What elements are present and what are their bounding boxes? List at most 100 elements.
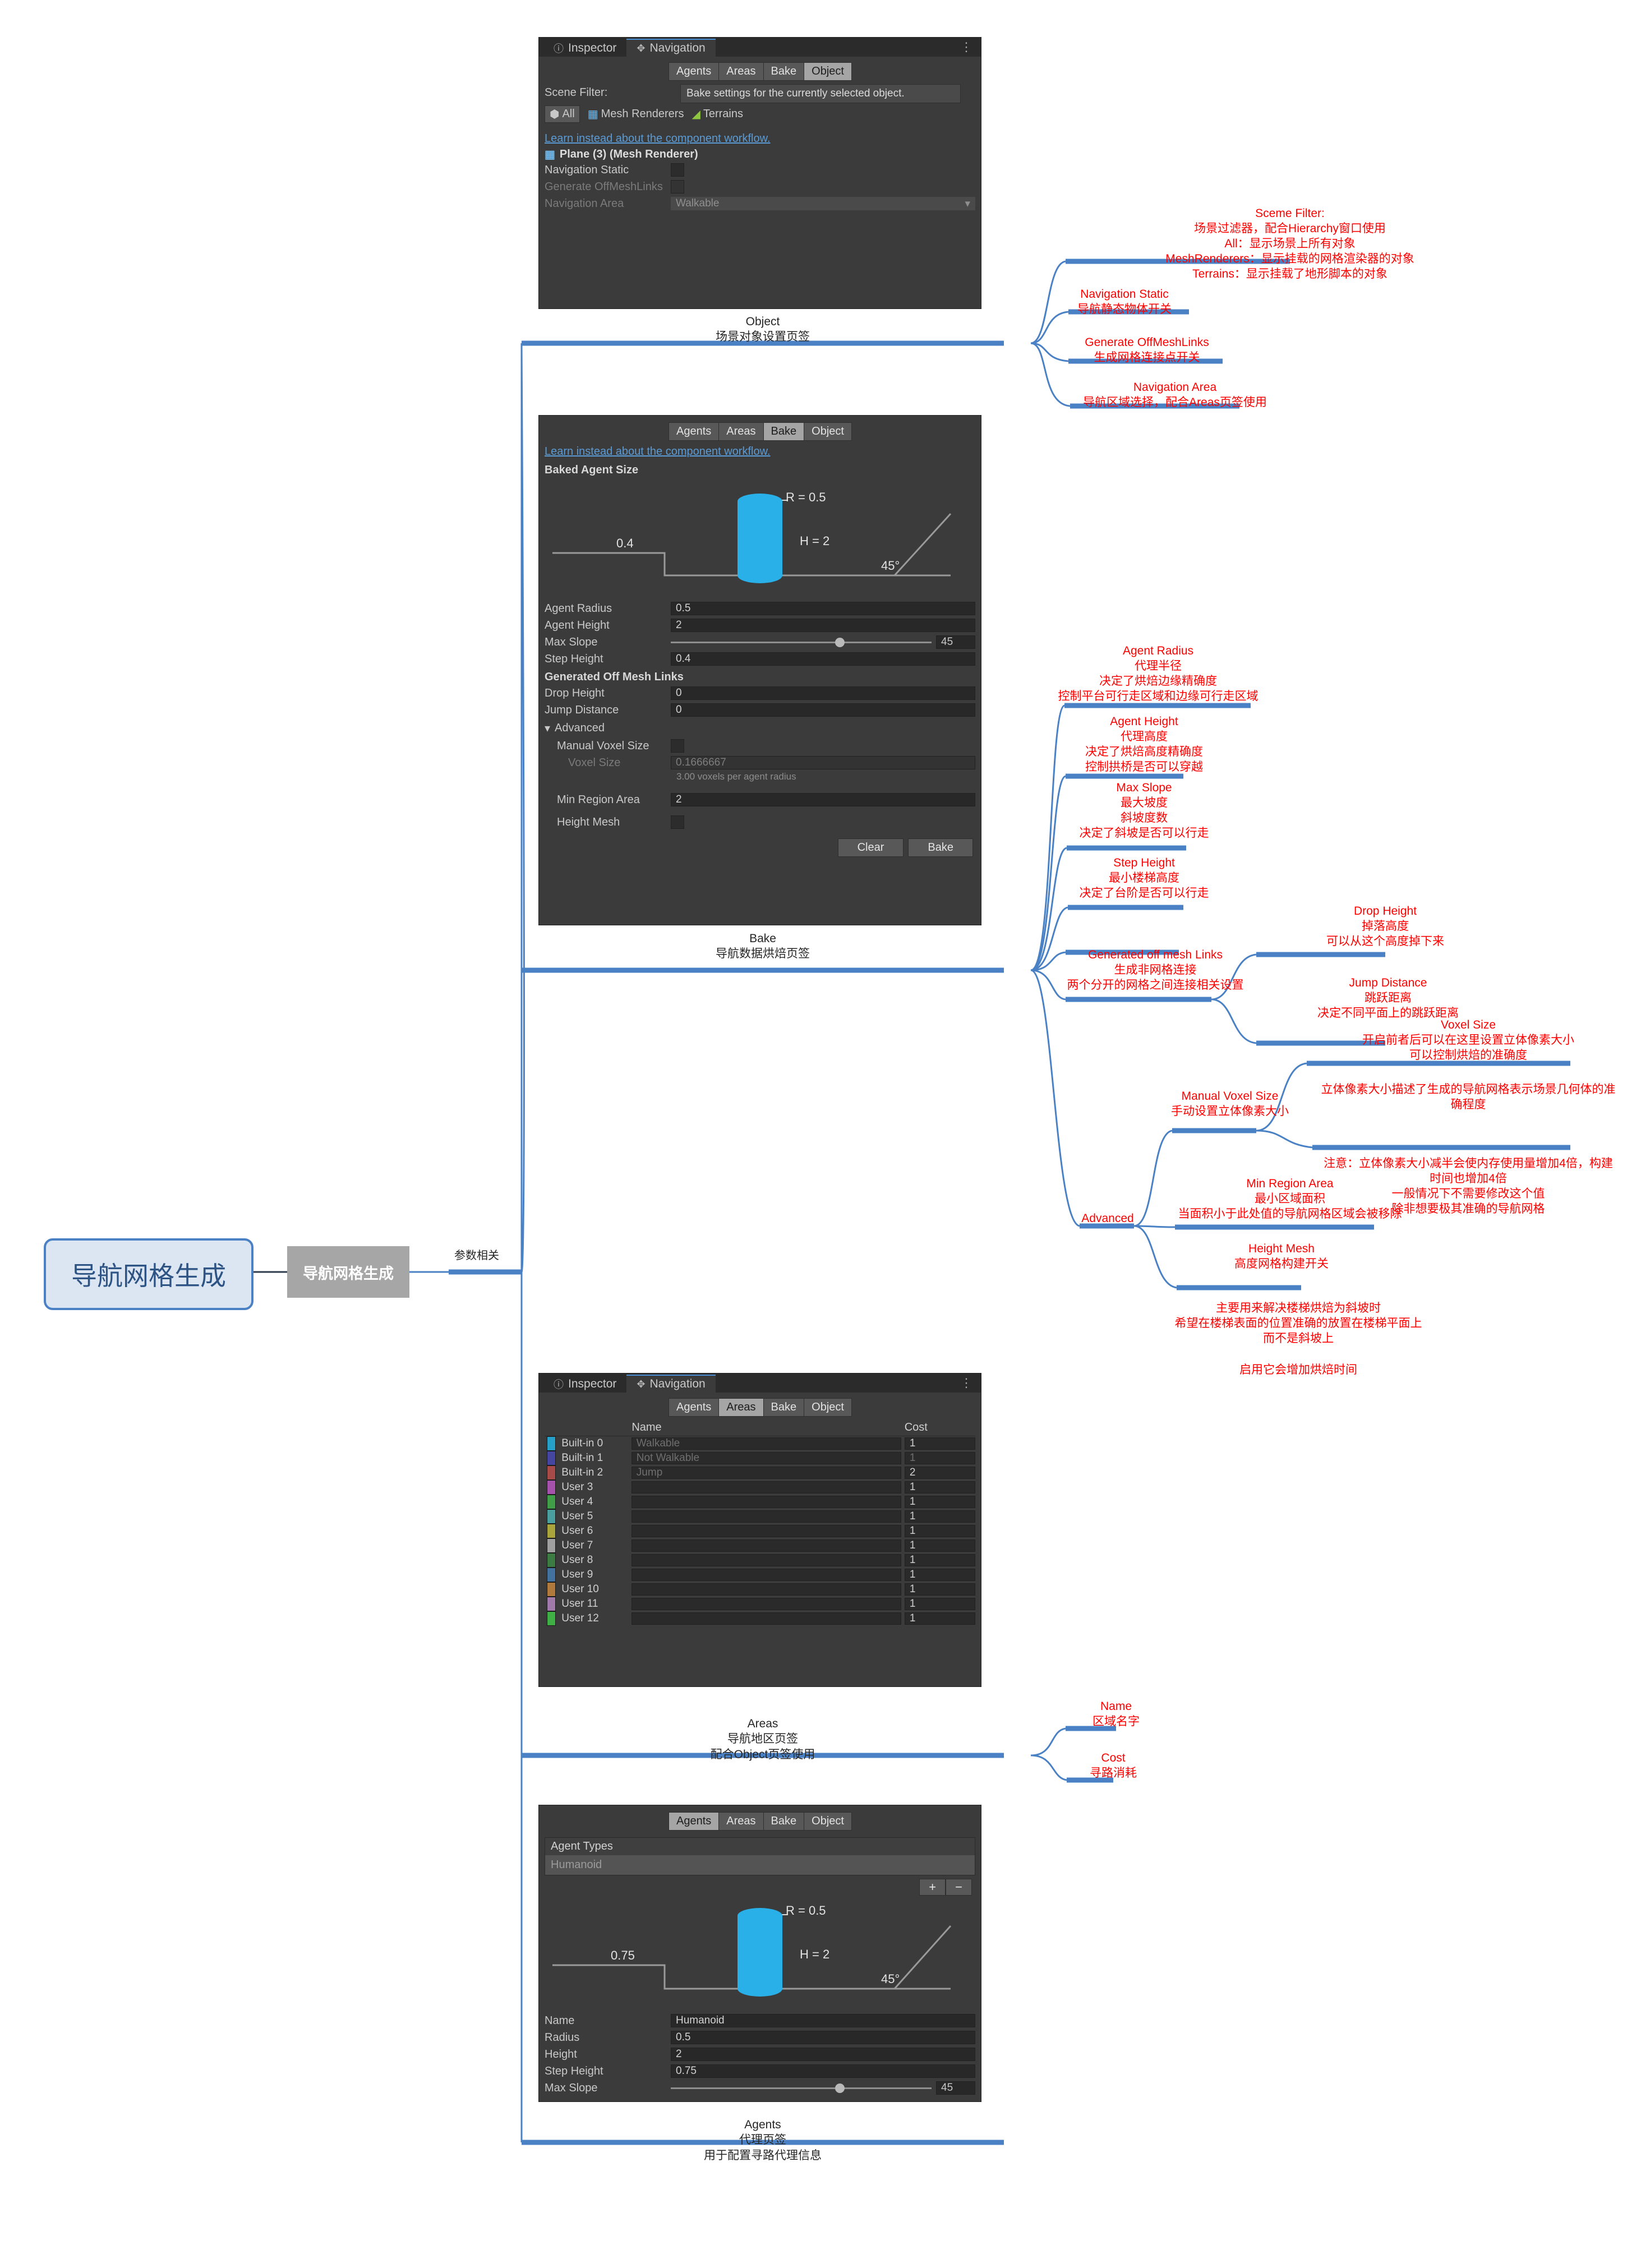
area-color-swatch[interactable] (547, 1480, 556, 1495)
overflow-menu-icon[interactable]: ⋮ (960, 40, 981, 57)
drop-height-input[interactable]: 0 (671, 686, 975, 700)
segment-areas[interactable]: Areas (718, 1812, 764, 1831)
area-color-swatch[interactable] (547, 1465, 556, 1480)
slider-knob[interactable] (835, 637, 845, 647)
root-node[interactable]: 导航网格生成 (44, 1238, 253, 1310)
row-height-mesh[interactable]: Height Mesh (539, 814, 981, 831)
area-name-input[interactable] (631, 1583, 901, 1596)
area-name-input[interactable] (631, 1598, 901, 1610)
area-cost-input[interactable]: 1 (904, 1481, 975, 1493)
row-agent-height[interactable]: Agent Height 2 (539, 617, 981, 634)
row-agent-radius[interactable]: Agent Radius 0.5 (539, 600, 981, 617)
row-min-region-area[interactable]: Min Region Area 2 (539, 791, 981, 808)
area-color-swatch[interactable] (547, 1509, 556, 1524)
agent-radius-input[interactable]: 0.5 (671, 2031, 975, 2044)
area-name-input[interactable] (631, 1510, 901, 1523)
segment-bake[interactable]: Bake (763, 1812, 805, 1831)
segment-object[interactable]: Object (804, 62, 852, 81)
slider-track[interactable] (671, 637, 932, 647)
area-color-swatch[interactable] (547, 1451, 556, 1465)
area-cost-input[interactable]: 1 (904, 1612, 975, 1625)
row-navigation-area[interactable]: Navigation Area Walkable ▾ (539, 195, 981, 212)
learn-component-workflow-link[interactable]: Learn instead about the component workfl… (539, 130, 981, 147)
row-manual-voxel-size[interactable]: Manual Voxel Size (539, 737, 981, 754)
window-tab-inspector[interactable]: ⓘ Inspector (543, 1376, 626, 1393)
area-color-swatch[interactable] (547, 1611, 556, 1626)
overflow-menu-icon[interactable]: ⋮ (960, 1376, 981, 1393)
remove-agent-type-button[interactable]: − (946, 1879, 972, 1896)
area-cost-input[interactable]: 1 (904, 1525, 975, 1537)
window-tab-navigation[interactable]: ✥ Navigation (626, 1375, 716, 1393)
window-tab-inspector[interactable]: ⓘ Inspector (543, 40, 626, 57)
segment-bake[interactable]: Bake (763, 62, 805, 81)
generate-offmeshlinks-checkbox[interactable] (671, 180, 684, 193)
segment-object[interactable]: Object (804, 1812, 852, 1831)
table-row[interactable]: Built-in 1 Not Walkable 1 (545, 1451, 975, 1465)
filter-all-button[interactable]: ⬢ All (545, 105, 580, 123)
jump-distance-input[interactable]: 0 (671, 703, 975, 717)
bake-button[interactable]: Bake (908, 838, 973, 857)
min-region-area-input[interactable]: 2 (671, 793, 975, 806)
area-color-swatch[interactable] (547, 1568, 556, 1582)
navigation-window-areas[interactable]: ⓘ Inspector ✥ Navigation ⋮ Agents Areas … (538, 1373, 981, 1687)
navigation-area-dropdown[interactable]: Walkable ▾ (671, 197, 975, 210)
area-cost-input[interactable]: 1 (904, 1452, 975, 1464)
area-cost-input[interactable]: 1 (904, 1437, 975, 1450)
area-color-swatch[interactable] (547, 1495, 556, 1509)
area-color-swatch[interactable] (547, 1538, 556, 1553)
table-row[interactable]: User 6 1 (545, 1524, 975, 1538)
filter-terrains-button[interactable]: ◢ Terrains (692, 107, 743, 121)
advanced-foldout[interactable]: ▾ Advanced (539, 718, 981, 737)
row-drop-height[interactable]: Drop Height 0 (539, 685, 981, 702)
area-name-input[interactable]: Not Walkable (631, 1452, 901, 1464)
max-slope-value[interactable]: 45 (936, 635, 975, 649)
row-max-slope[interactable]: Max Slope 45 (539, 634, 981, 651)
area-cost-input[interactable]: 1 (904, 1583, 975, 1596)
table-row[interactable]: User 10 1 (545, 1582, 975, 1597)
segment-bake[interactable]: Bake (763, 422, 805, 441)
area-name-input[interactable] (631, 1612, 901, 1625)
segment-areas[interactable]: Areas (718, 1398, 764, 1417)
navigation-window-object[interactable]: ⓘ Inspector ✥ Navigation ⋮ Agents Areas … (538, 37, 981, 309)
agent-type-item-humanoid[interactable]: Humanoid (545, 1855, 975, 1875)
area-color-swatch[interactable] (547, 1582, 556, 1597)
slider-track[interactable] (671, 2083, 932, 2093)
filter-mesh-renderers-button[interactable]: ▦ Mesh Renderers (588, 107, 684, 121)
segment-bake[interactable]: Bake (763, 1398, 805, 1417)
table-row[interactable]: Built-in 0 Walkable 1 (545, 1436, 975, 1451)
area-cost-input[interactable]: 1 (904, 1496, 975, 1508)
window-tab-navigation[interactable]: ✥ Navigation (626, 39, 716, 57)
row-agent-name[interactable]: Name Humanoid (539, 2012, 981, 2029)
area-cost-input[interactable]: 1 (904, 1598, 975, 1610)
branch-node[interactable]: 导航网格生成 (287, 1246, 409, 1298)
segment-agents[interactable]: Agents (669, 1812, 720, 1831)
table-row[interactable]: User 11 1 (545, 1597, 975, 1611)
navigation-static-checkbox[interactable] (671, 163, 684, 177)
agent-name-input[interactable]: Humanoid (671, 2014, 975, 2027)
table-row[interactable]: User 3 1 (545, 1480, 975, 1495)
area-name-input[interactable]: Walkable (631, 1437, 901, 1450)
table-row[interactable]: User 8 1 (545, 1553, 975, 1568)
segment-agents[interactable]: Agents (669, 62, 720, 81)
segment-areas[interactable]: Areas (718, 62, 764, 81)
row-navigation-static[interactable]: Navigation Static (539, 162, 981, 178)
table-row[interactable]: User 12 1 (545, 1611, 975, 1626)
segment-agents[interactable]: Agents (669, 1398, 720, 1417)
add-agent-type-button[interactable]: + (919, 1879, 946, 1896)
area-cost-input[interactable]: 1 (904, 1510, 975, 1523)
learn-component-workflow-link[interactable]: Learn instead about the component workfl… (539, 443, 981, 460)
area-color-swatch[interactable] (547, 1436, 556, 1451)
area-color-swatch[interactable] (547, 1524, 556, 1538)
table-row[interactable]: User 7 1 (545, 1538, 975, 1553)
table-row[interactable]: Built-in 2 Jump 2 (545, 1465, 975, 1480)
table-row[interactable]: User 4 1 (545, 1495, 975, 1509)
manual-voxel-size-checkbox[interactable] (671, 739, 684, 753)
area-color-swatch[interactable] (547, 1597, 556, 1611)
agent-max-slope-value[interactable]: 45 (936, 2081, 975, 2095)
table-row[interactable]: User 9 1 (545, 1568, 975, 1582)
agent-step-height-input[interactable]: 0.75 (671, 2064, 975, 2078)
area-color-swatch[interactable] (547, 1553, 556, 1568)
area-name-input[interactable] (631, 1539, 901, 1552)
area-name-input[interactable] (631, 1554, 901, 1566)
navigation-window-agents[interactable]: Agents Areas Bake Object Agent Types Hum… (538, 1805, 981, 2102)
